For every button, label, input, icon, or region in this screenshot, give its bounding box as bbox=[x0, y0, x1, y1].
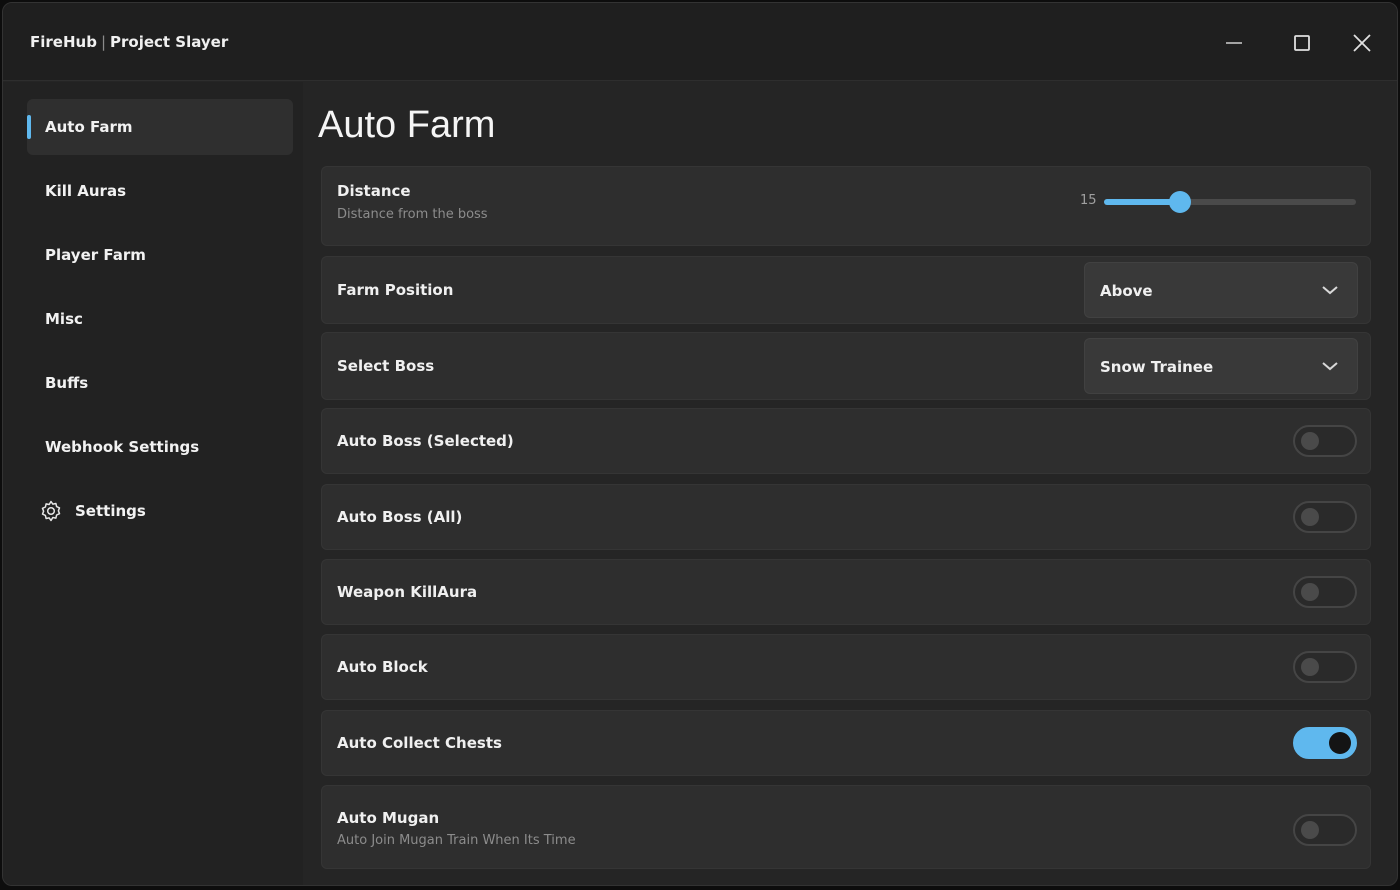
title-bar: FireHub | Project Slayer bbox=[3, 3, 1397, 81]
sidebar-item-label: Buffs bbox=[45, 374, 89, 392]
toggle-knob bbox=[1301, 658, 1319, 676]
toggle-knob bbox=[1301, 508, 1319, 526]
toggle-label: Auto Boss (Selected) bbox=[337, 432, 514, 450]
app-name: FireHub bbox=[30, 33, 97, 51]
minimize-button[interactable] bbox=[1216, 25, 1252, 61]
weapon-killaura-toggle[interactable] bbox=[1293, 576, 1357, 608]
auto-boss-selected-toggle[interactable] bbox=[1293, 425, 1357, 457]
title-separator: | bbox=[100, 33, 106, 51]
close-button[interactable] bbox=[1344, 25, 1380, 61]
select-boss-row: Select Boss Snow Trainee bbox=[321, 332, 1371, 400]
distance-value: 15 bbox=[1080, 193, 1097, 208]
toggle-label: Auto Boss (All) bbox=[337, 508, 463, 526]
auto-collect-chests-toggle[interactable] bbox=[1293, 727, 1357, 759]
auto-boss-all-toggle[interactable] bbox=[1293, 501, 1357, 533]
select-boss-label: Select Boss bbox=[337, 357, 435, 375]
farm-position-label: Farm Position bbox=[337, 281, 454, 299]
farm-position-value: Above bbox=[1100, 282, 1153, 300]
chevron-down-icon bbox=[1322, 362, 1338, 371]
auto-collect-chests-row: Auto Collect Chests bbox=[321, 710, 1371, 776]
sidebar-item-kill-auras[interactable]: Kill Auras bbox=[27, 163, 293, 219]
sidebar-item-label: Kill Auras bbox=[45, 182, 127, 200]
toggle-label: Auto Block bbox=[337, 658, 428, 676]
close-icon bbox=[1353, 34, 1371, 52]
toggle-knob bbox=[1301, 432, 1319, 450]
distance-row: Distance Distance from the boss 15 bbox=[321, 166, 1371, 246]
select-boss-value: Snow Trainee bbox=[1100, 358, 1214, 376]
sidebar-item-label: Auto Farm bbox=[45, 118, 133, 136]
farm-position-row: Farm Position Above bbox=[321, 256, 1371, 324]
distance-slider-handle[interactable] bbox=[1168, 191, 1191, 213]
weapon-killaura-row: Weapon KillAura bbox=[321, 559, 1371, 625]
distance-description: Distance from the boss bbox=[337, 207, 488, 222]
auto-mugan-row: Auto Mugan Auto Join Mugan Train When It… bbox=[321, 785, 1371, 869]
sidebar-item-label: Misc bbox=[45, 310, 83, 328]
toggle-description: Auto Join Mugan Train When Its Time bbox=[337, 833, 576, 848]
sidebar-item-settings[interactable]: Settings bbox=[27, 483, 293, 539]
toggle-label: Auto Mugan bbox=[337, 809, 440, 827]
distance-slider[interactable] bbox=[1104, 191, 1356, 213]
auto-block-toggle[interactable] bbox=[1293, 651, 1357, 683]
farm-position-dropdown[interactable]: Above bbox=[1084, 262, 1358, 318]
gear-icon bbox=[39, 499, 63, 523]
sidebar: Auto Farm Kill Auras Player Farm Misc Bu… bbox=[3, 82, 303, 885]
sidebar-item-buffs[interactable]: Buffs bbox=[27, 355, 293, 411]
maximize-icon bbox=[1294, 35, 1310, 51]
sidebar-item-label: Player Farm bbox=[45, 246, 146, 264]
app-window: FireHub | Project Slayer Auto Farm Kill Au… bbox=[2, 2, 1398, 886]
toggle-knob bbox=[1301, 583, 1319, 601]
toggle-knob bbox=[1301, 821, 1319, 839]
sidebar-item-player-farm[interactable]: Player Farm bbox=[27, 227, 293, 283]
sidebar-item-auto-farm[interactable]: Auto Farm bbox=[27, 99, 293, 155]
distance-label: Distance bbox=[337, 182, 411, 200]
toggle-label: Weapon KillAura bbox=[337, 583, 478, 601]
auto-boss-selected-row: Auto Boss (Selected) bbox=[321, 408, 1371, 474]
toggle-label: Auto Collect Chests bbox=[337, 734, 502, 752]
auto-block-row: Auto Block bbox=[321, 634, 1371, 700]
select-boss-dropdown[interactable]: Snow Trainee bbox=[1084, 338, 1358, 394]
maximize-button[interactable] bbox=[1284, 25, 1320, 61]
toggle-knob bbox=[1329, 732, 1351, 754]
game-name: Project Slayer bbox=[110, 33, 229, 51]
chevron-down-icon bbox=[1322, 286, 1338, 295]
main-panel: Auto Farm Distance Distance from the bos… bbox=[303, 82, 1397, 885]
sidebar-item-misc[interactable]: Misc bbox=[27, 291, 293, 347]
minimize-icon bbox=[1226, 42, 1242, 44]
auto-mugan-toggle[interactable] bbox=[1293, 814, 1357, 846]
sidebar-item-label: Settings bbox=[75, 502, 146, 520]
sidebar-item-label: Webhook Settings bbox=[45, 438, 200, 456]
page-title: Auto Farm bbox=[318, 104, 496, 146]
window-title: FireHub | Project Slayer bbox=[30, 33, 228, 51]
auto-boss-all-row: Auto Boss (All) bbox=[321, 484, 1371, 550]
sidebar-item-webhook-settings[interactable]: Webhook Settings bbox=[27, 419, 293, 475]
